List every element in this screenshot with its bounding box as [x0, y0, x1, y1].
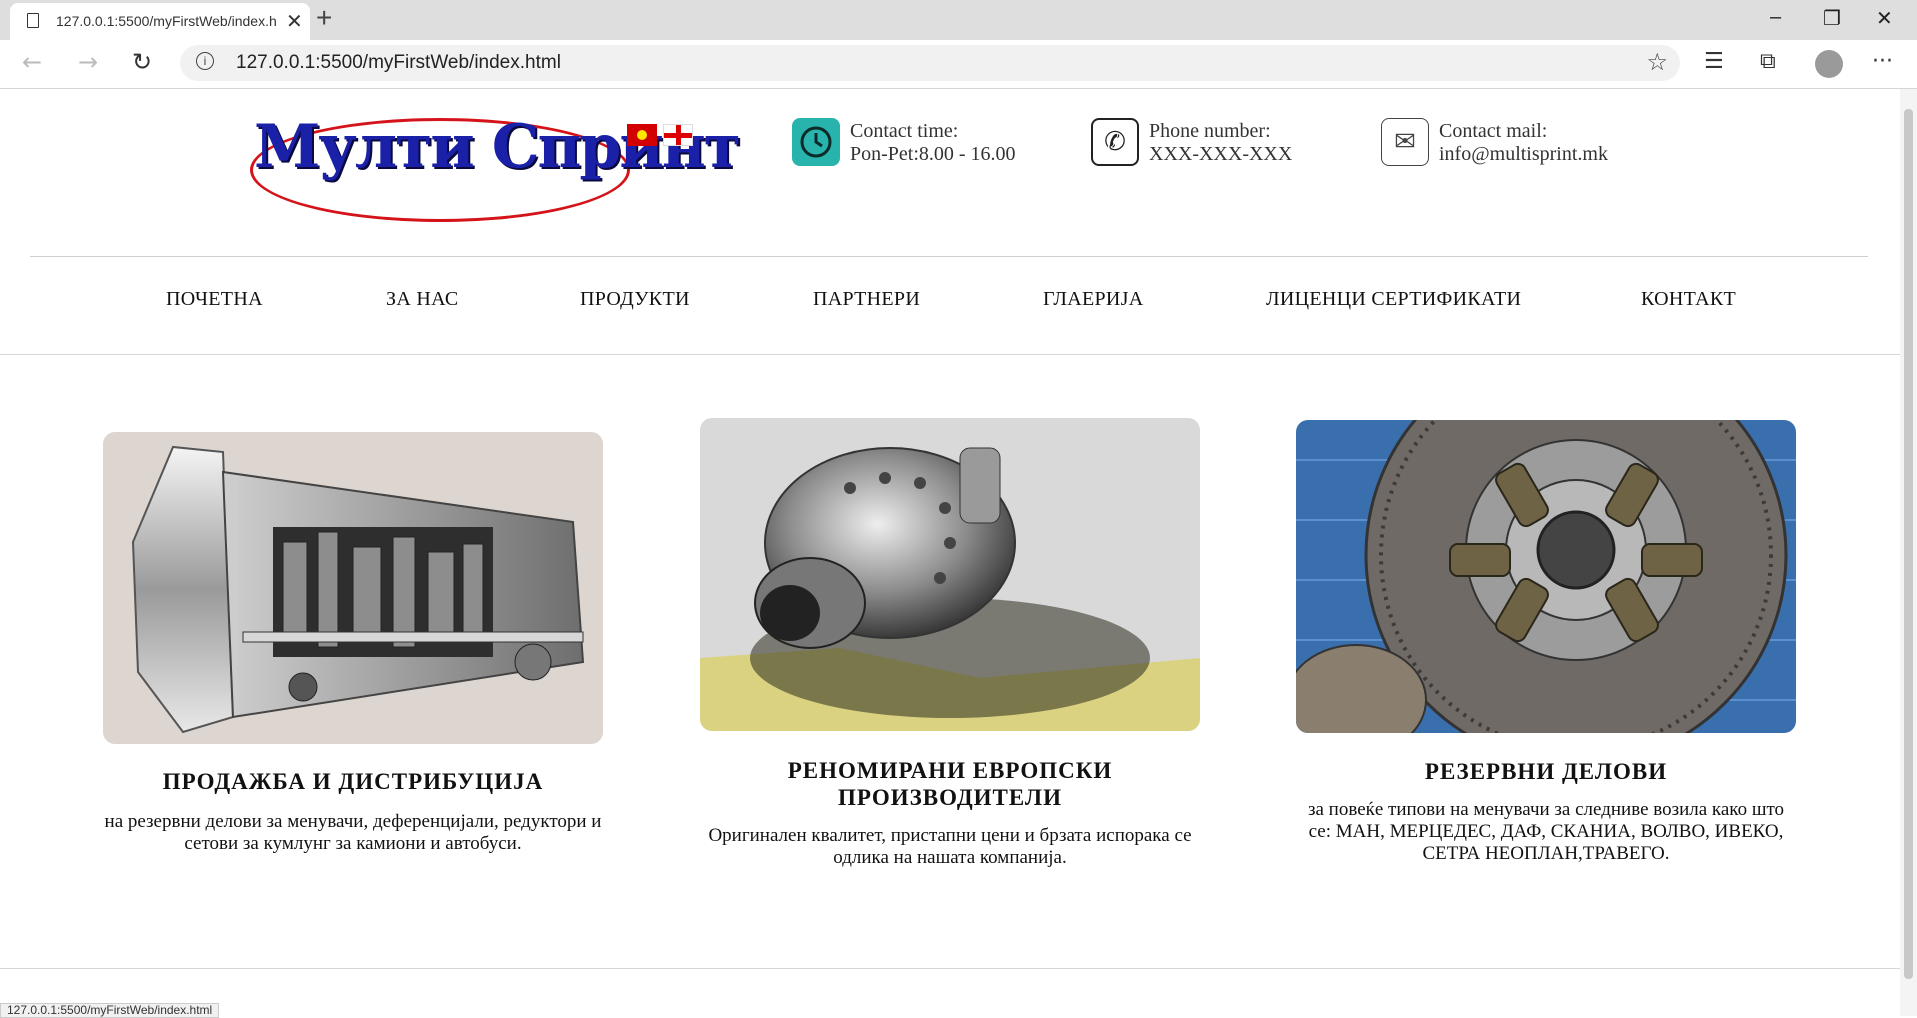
favorites-icon[interactable]: ☰	[1704, 49, 1724, 74]
card-title-spare-parts: РЕЗЕРВНИ ДЕЛОВИ	[1424, 759, 1668, 784]
browser-tab-strip: 127.0.0.1:5500/myFirstWeb/index.html ✕ +…	[0, 0, 1917, 40]
nav-divider	[0, 354, 1900, 355]
nav-item-home[interactable]: ПОЧЕТНА	[166, 288, 263, 311]
mail-value[interactable]: info@multisprint.mk	[1439, 143, 1608, 166]
new-tab-button[interactable]: +	[316, 2, 332, 34]
logo-text: Мулти Спринт	[254, 112, 741, 182]
document-icon	[27, 13, 39, 28]
url-text[interactable]: 127.0.0.1:5500/myFirstWeb/index.html	[236, 52, 561, 74]
browser-toolbar: ← → ↻ i 127.0.0.1:5500/myFirstWeb/index.…	[0, 40, 1917, 89]
favorite-star-icon[interactable]: ☆	[1646, 48, 1668, 76]
differential-image	[700, 418, 1200, 731]
nav-item-gallery[interactable]: ГЛАЕРИЈА	[1043, 288, 1143, 311]
card-text-spare-parts: за повеќе типови на менувачи за следниве…	[1307, 799, 1785, 864]
more-menu-icon[interactable]: ···	[1872, 49, 1893, 74]
clock-icon	[792, 118, 840, 166]
close-window-button[interactable]: ✕	[1876, 6, 1893, 31]
gearbox-image	[103, 432, 603, 744]
site-logo[interactable]: Мулти Спринт	[250, 112, 741, 224]
tab-close-icon[interactable]: ✕	[286, 9, 303, 34]
macedonian-flag-icon[interactable]	[627, 124, 657, 146]
phone-label: Phone number:	[1149, 120, 1271, 142]
mail-icon: ✉	[1381, 118, 1429, 166]
reload-icon[interactable]: ↻	[132, 48, 152, 76]
nav-item-about[interactable]: ЗА НАС	[386, 288, 459, 311]
scrollbar-thumb[interactable]	[1904, 109, 1913, 979]
mail-label: Contact mail:	[1439, 120, 1548, 142]
phone-icon: ✆	[1091, 118, 1139, 166]
header-divider	[30, 256, 1868, 257]
collections-icon[interactable]: ⧉	[1760, 49, 1776, 74]
page-scrollbar[interactable]	[1900, 89, 1917, 1016]
phone-value: XXX-XXX-XXX	[1149, 143, 1293, 165]
contact-time-label: Contact time:	[850, 120, 959, 142]
main-nav: ПОЧЕТНА ЗА НАС ПРОДУКТИ ПАРТНЕРИ ГЛАЕРИЈ…	[0, 288, 1900, 328]
back-icon[interactable]: ←	[22, 48, 42, 76]
card-text-manufacturers: Оригинален квалитет, пристапни цени и бр…	[708, 825, 1192, 868]
site-info-icon[interactable]: i	[196, 52, 214, 70]
card-title-sales: ПРОДАЖБА И ДИСТРИБУЦИЈА	[162, 769, 544, 794]
browser-tab[interactable]: 127.0.0.1:5500/myFirstWeb/index.html ✕	[10, 3, 310, 40]
card-text-sales: на резервни делови за менувачи, деференц…	[104, 811, 602, 854]
footer-divider	[0, 968, 1900, 969]
profile-avatar[interactable]	[1815, 50, 1843, 78]
contact-time-value: Pon-Pet:8.00 - 16.00	[850, 143, 1016, 165]
nav-item-products[interactable]: ПРОДУКТИ	[580, 288, 690, 311]
nav-item-certificates[interactable]: ЛИЦЕНЦИ СЕРТИФИКАТИ	[1266, 288, 1521, 311]
restore-button[interactable]: ❐	[1823, 6, 1841, 31]
nav-item-partners[interactable]: ПАРТНЕРИ	[813, 288, 920, 311]
minimize-button[interactable]: –	[1770, 6, 1781, 29]
clutch-disc-image	[1296, 420, 1796, 733]
card-title-manufacturers: РЕНОМИРАНИ ЕВРОПСКИ ПРОИЗВОДИТЕЛИ	[787, 758, 1113, 810]
nav-item-contact[interactable]: КОНТАКТ	[1641, 288, 1736, 311]
forward-icon[interactable]: →	[78, 48, 98, 76]
tab-title: 127.0.0.1:5500/myFirstWeb/index.html	[56, 13, 276, 29]
address-bar[interactable]: i 127.0.0.1:5500/myFirstWeb/index.html ☆	[180, 45, 1680, 81]
english-flag-icon[interactable]	[663, 124, 693, 146]
